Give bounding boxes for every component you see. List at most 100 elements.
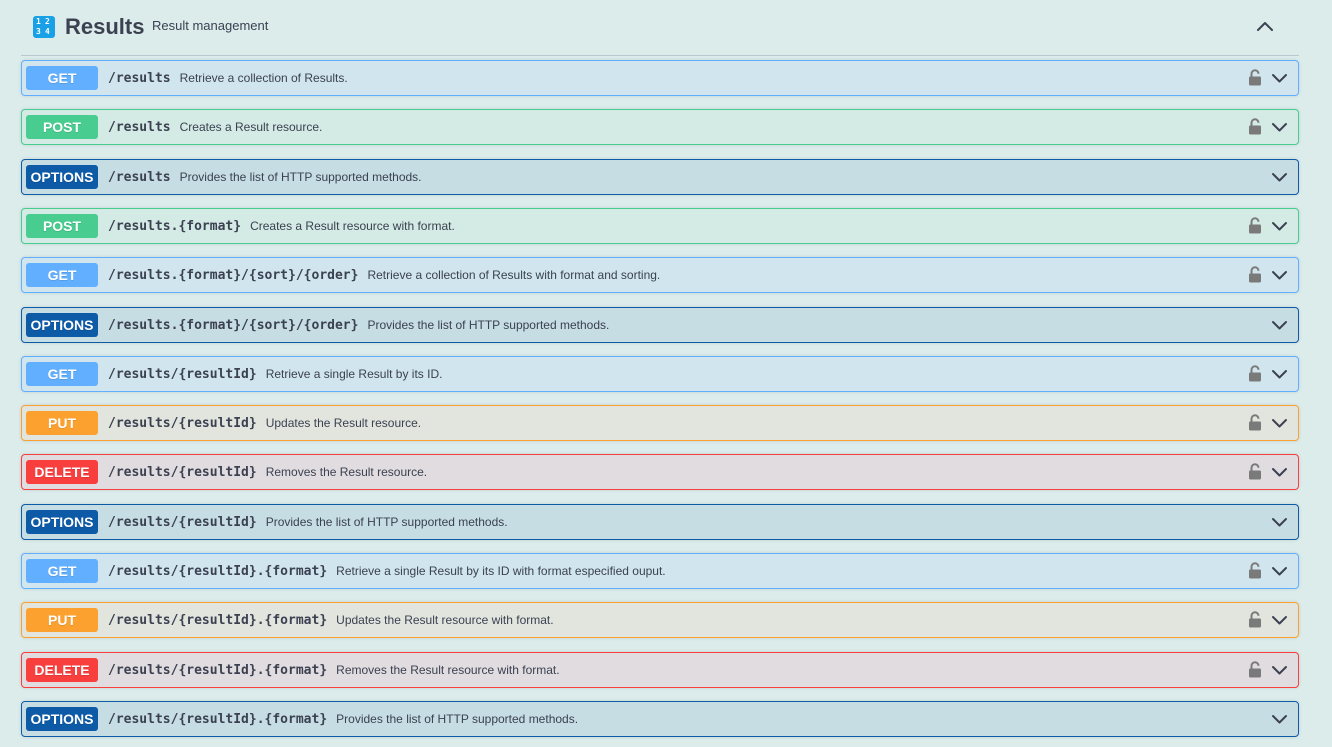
operation-path: /results bbox=[108, 120, 171, 135]
tag-title: Results bbox=[65, 14, 145, 39]
operation-path-container: /results Creates a Result resource. bbox=[108, 119, 322, 136]
operation-row-options[interactable]: OPTIONS/results Provides the list of HTTP… bbox=[21, 159, 1299, 195]
chevron-down-icon[interactable] bbox=[1271, 70, 1288, 86]
chevron-down-icon[interactable] bbox=[1271, 514, 1288, 530]
lock-icon[interactable] bbox=[1248, 463, 1262, 480]
chevron-down-icon[interactable] bbox=[1271, 464, 1288, 480]
operation-path: /results bbox=[108, 170, 171, 185]
method-badge: PUT bbox=[26, 411, 98, 435]
operation-summary: Retrieve a collection of Results with fo… bbox=[367, 268, 661, 282]
tag-description: Result management bbox=[152, 18, 269, 33]
chevron-up-icon bbox=[1257, 22, 1273, 31]
operation-path-container: /results.{format} Creates a Result resour… bbox=[108, 218, 455, 235]
operation-path: /results.{format}/{sort}/{order} bbox=[108, 268, 359, 283]
operation-summary: Updates the Result resource. bbox=[265, 416, 422, 430]
operation-path: /results/{resultId}.{format} bbox=[108, 663, 328, 678]
icon-digit: 1 bbox=[36, 17, 41, 26]
lock-icon[interactable] bbox=[1248, 414, 1262, 431]
operation-path: /results/{resultId} bbox=[108, 465, 257, 480]
operation-path: /results/{resultId}.{format} bbox=[108, 564, 328, 579]
operation-path-container: /results/{resultId} Removes the Result re… bbox=[108, 464, 427, 481]
chevron-down-icon[interactable] bbox=[1271, 415, 1288, 431]
operation-row-get[interactable]: GET/results.{format}/{sort}/{order} Retri… bbox=[21, 257, 1299, 293]
operation-path: /results/{resultId}.{format} bbox=[108, 712, 328, 727]
operation-path: /results/{resultId}.{format} bbox=[108, 613, 328, 628]
chevron-down-icon[interactable] bbox=[1271, 169, 1288, 185]
method-badge: OPTIONS bbox=[26, 707, 98, 731]
collapse-button[interactable] bbox=[1253, 14, 1277, 38]
lock-icon[interactable] bbox=[1248, 69, 1262, 86]
icon-digit: 3 bbox=[36, 27, 41, 36]
operation-row-post[interactable]: POST/results Creates a Result resource. bbox=[21, 109, 1299, 145]
operation-row-get[interactable]: GET/results/{resultId} Retrieve a single … bbox=[21, 356, 1299, 392]
operation-summary: Removes the Result resource. bbox=[265, 465, 428, 479]
operation-summary: Removes the Result resource with format. bbox=[336, 663, 560, 677]
lock-icon[interactable] bbox=[1248, 266, 1262, 283]
operation-summary: Provides the list of HTTP supported meth… bbox=[336, 712, 579, 726]
lock-icon[interactable] bbox=[1248, 611, 1262, 628]
operation-summary: Retrieve a single Result by its ID with … bbox=[336, 564, 666, 578]
operation-path-container: /results Retrieve a collection of Results… bbox=[108, 70, 348, 87]
operation-path: /results.{format} bbox=[108, 219, 242, 234]
operation-row-put[interactable]: PUT/results/{resultId} Updates the Result… bbox=[21, 405, 1299, 441]
chevron-down-icon[interactable] bbox=[1271, 267, 1288, 283]
operation-row-get[interactable]: GET/results/{resultId}.{format} Retrieve … bbox=[21, 553, 1299, 589]
tag-section-header[interactable]: 1 2 3 4 Results Result management bbox=[21, 0, 1299, 56]
operation-summary: Updates the Result resource with format. bbox=[336, 613, 554, 627]
operation-row-delete[interactable]: DELETE/results/{resultId}.{format} Remove… bbox=[21, 652, 1299, 688]
operation-path-container: /results/{resultId} Provides the list of … bbox=[108, 514, 508, 531]
numbers-grid-icon: 1 2 3 4 bbox=[33, 16, 55, 38]
operation-summary: Provides the list of HTTP supported meth… bbox=[265, 515, 508, 529]
operation-path: /results/{resultId} bbox=[108, 367, 257, 382]
lock-icon[interactable] bbox=[1248, 118, 1262, 135]
operation-summary: Retrieve a single Result by its ID. bbox=[265, 367, 443, 381]
chevron-down-icon[interactable] bbox=[1271, 612, 1288, 628]
operation-path: /results/{resultId} bbox=[108, 515, 257, 530]
method-badge: PUT bbox=[26, 608, 98, 632]
method-badge: DELETE bbox=[26, 658, 98, 682]
method-badge: DELETE bbox=[26, 460, 98, 484]
operation-path-container: /results/{resultId}.{format} Provides the… bbox=[108, 711, 578, 728]
method-badge: POST bbox=[26, 214, 98, 238]
operation-summary: Retrieve a collection of Results. bbox=[179, 71, 348, 85]
chevron-down-icon[interactable] bbox=[1271, 711, 1288, 727]
chevron-down-icon[interactable] bbox=[1271, 662, 1288, 678]
operation-path-container: /results/{resultId}.{format} Updates the … bbox=[108, 612, 554, 629]
chevron-down-icon[interactable] bbox=[1271, 218, 1288, 234]
operation-path: /results/{resultId} bbox=[108, 416, 257, 431]
lock-icon[interactable] bbox=[1248, 661, 1262, 678]
operation-path: /results.{format}/{sort}/{order} bbox=[108, 318, 359, 333]
operation-summary: Provides the list of HTTP supported meth… bbox=[179, 170, 422, 184]
lock-icon[interactable] bbox=[1248, 365, 1262, 382]
method-badge: OPTIONS bbox=[26, 510, 98, 534]
operation-path-container: /results/{resultId} Updates the Result re… bbox=[108, 415, 421, 432]
operation-path-container: /results.{format}/{sort}/{order} Provides… bbox=[108, 317, 609, 334]
operation-row-options[interactable]: OPTIONS/results/{resultId} Provides the l… bbox=[21, 504, 1299, 540]
operation-path-container: /results/{resultId}.{format} Removes the … bbox=[108, 662, 560, 679]
operation-path-container: /results/{resultId}.{format} Retrieve a s… bbox=[108, 563, 666, 580]
icon-digit: 4 bbox=[45, 27, 50, 36]
operation-path-container: /results.{format}/{sort}/{order} Retrieve… bbox=[108, 267, 660, 284]
method-badge: POST bbox=[26, 115, 98, 139]
operation-path-container: /results/{resultId} Retrieve a single Res… bbox=[108, 366, 442, 383]
operation-row-get[interactable]: GET/results Retrieve a collection of Resu… bbox=[21, 60, 1299, 96]
method-badge: GET bbox=[26, 66, 98, 90]
icon-digit: 2 bbox=[45, 17, 50, 26]
lock-icon[interactable] bbox=[1248, 217, 1262, 234]
operation-summary: Provides the list of HTTP supported meth… bbox=[367, 318, 610, 332]
method-badge: GET bbox=[26, 362, 98, 386]
operation-row-options[interactable]: OPTIONS/results/{resultId}.{format} Provi… bbox=[21, 701, 1299, 737]
lock-icon[interactable] bbox=[1248, 562, 1262, 579]
operation-row-put[interactable]: PUT/results/{resultId}.{format} Updates t… bbox=[21, 602, 1299, 638]
operation-summary: Creates a Result resource. bbox=[179, 120, 323, 134]
chevron-down-icon[interactable] bbox=[1271, 366, 1288, 382]
operation-row-post[interactable]: POST/results.{format} Creates a Result re… bbox=[21, 208, 1299, 244]
chevron-down-icon[interactable] bbox=[1271, 317, 1288, 333]
operation-row-options[interactable]: OPTIONS/results.{format}/{sort}/{order} P… bbox=[21, 307, 1299, 343]
chevron-down-icon[interactable] bbox=[1271, 119, 1288, 135]
method-badge: OPTIONS bbox=[26, 313, 98, 337]
chevron-down-icon[interactable] bbox=[1271, 563, 1288, 579]
operation-summary: Creates a Result resource with format. bbox=[250, 219, 455, 233]
operation-row-delete[interactable]: DELETE/results/{resultId} Removes the Res… bbox=[21, 454, 1299, 490]
method-badge: GET bbox=[26, 559, 98, 583]
